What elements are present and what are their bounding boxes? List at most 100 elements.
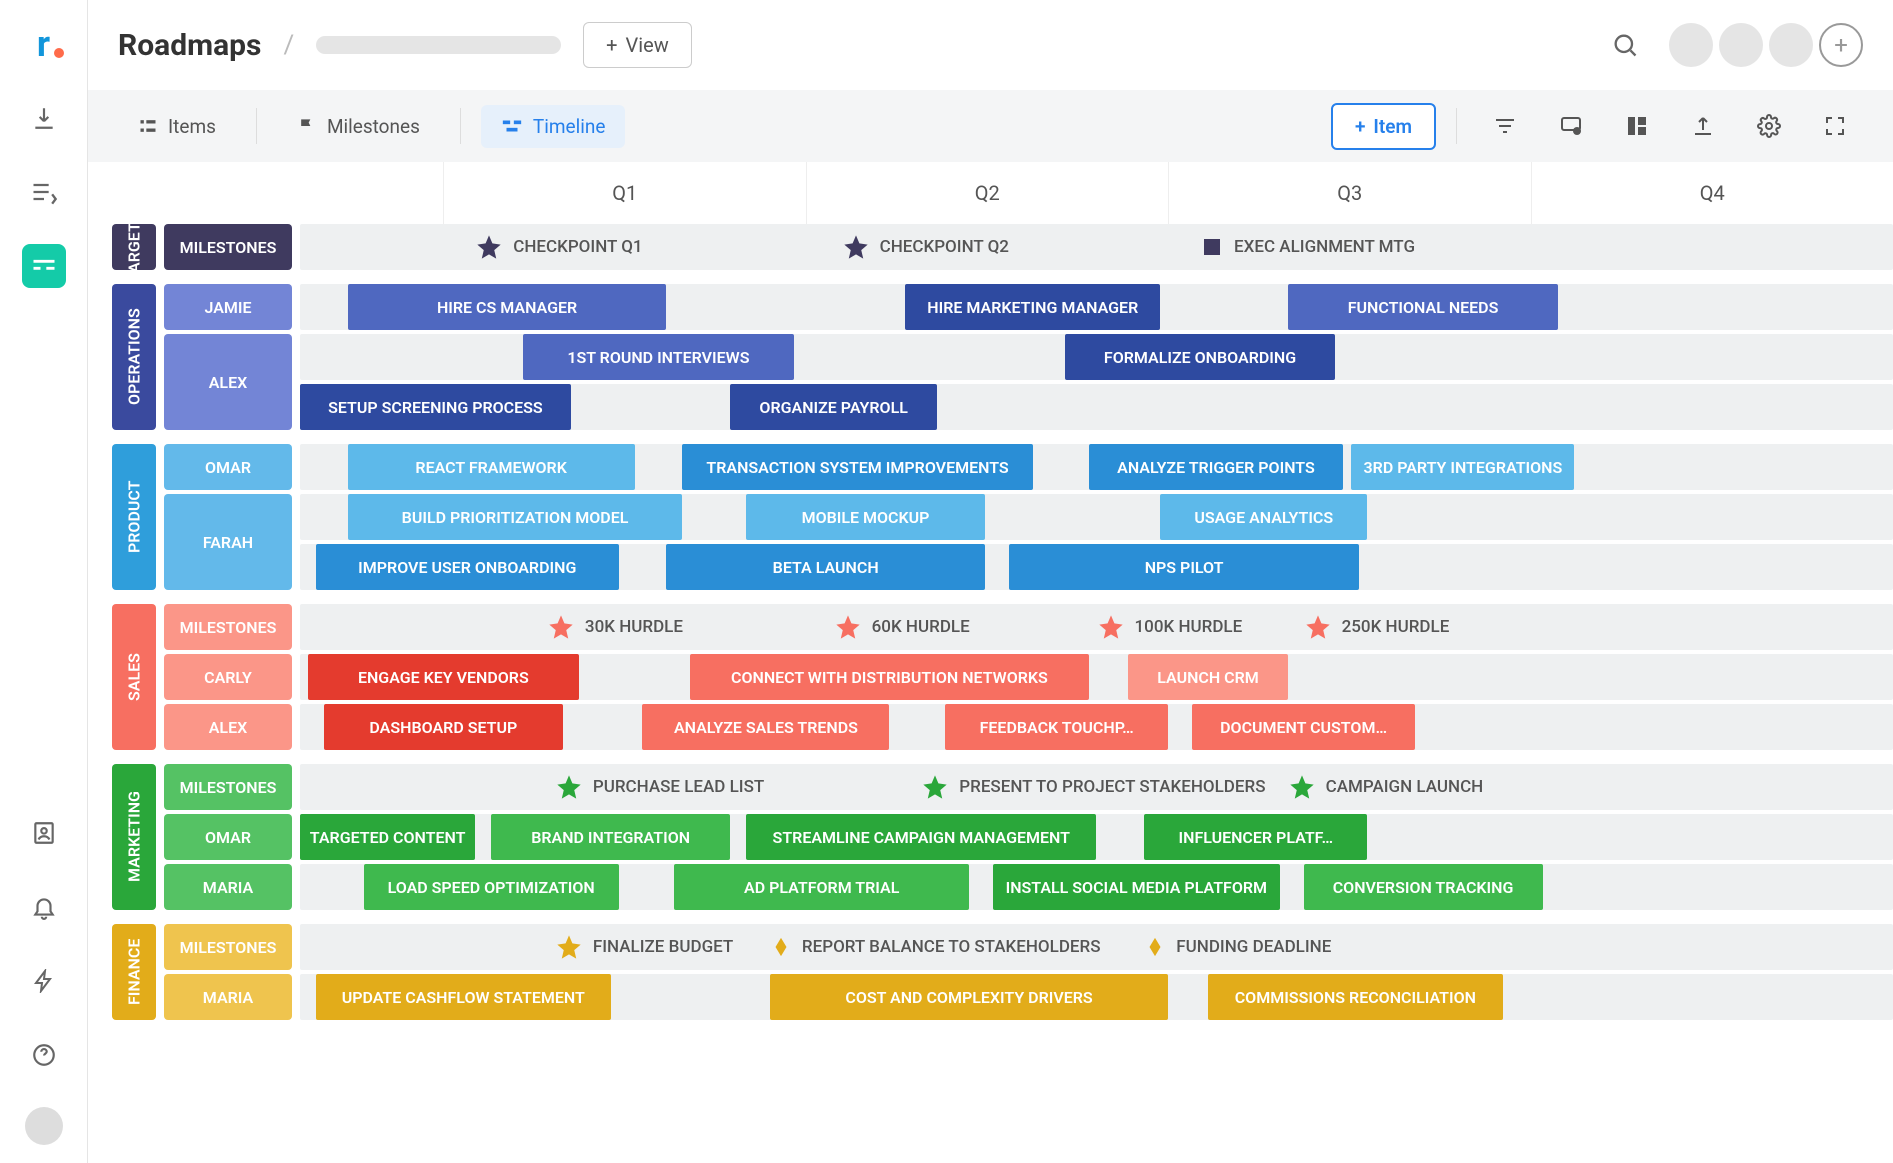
timeline-bar[interactable]: INFLUENCER PLATF… [1144, 814, 1367, 860]
timeline-bar[interactable]: TRANSACTION SYSTEM IMPROVEMENTS [682, 444, 1032, 490]
timeline-bar[interactable]: CONVERSION TRACKING [1304, 864, 1543, 910]
search-icon[interactable] [1603, 23, 1647, 67]
milestone[interactable]: CHECKPOINT Q1 [475, 224, 642, 270]
milestone[interactable]: CAMPAIGN LAUNCH [1288, 764, 1484, 810]
timeline-bar[interactable]: ANALYZE SALES TRENDS [642, 704, 889, 750]
timeline-bar[interactable]: IMPROVE USER ONBOARDING [316, 544, 619, 590]
timeline-bar[interactable]: FUNCTIONAL NEEDS [1288, 284, 1559, 330]
lane-label[interactable]: MARIA [164, 974, 292, 1020]
help-icon[interactable] [22, 1033, 66, 1077]
timeline-bar[interactable]: COST AND COMPLEXITY DRIVERS [770, 974, 1168, 1020]
list-play-icon[interactable] [22, 170, 66, 214]
lane-label[interactable]: OMAR [164, 444, 292, 490]
add-view-button[interactable]: + View [583, 22, 692, 68]
group-label[interactable]: PRODUCT [112, 444, 156, 590]
download-icon[interactable] [22, 96, 66, 140]
timeline-bar[interactable]: AD PLATFORM TRIAL [674, 864, 969, 910]
avatar[interactable] [1769, 23, 1813, 67]
swimlane-group-targets: TARGETSMILESTONES CHECKPOINT Q1 CHECKPOINT… [112, 224, 1893, 274]
timeline-bar[interactable]: UPDATE CASHFLOW STATEMENT [316, 974, 611, 1020]
timeline-nav-icon[interactable] [22, 244, 66, 288]
timeline-bar[interactable]: COMMISSIONS RECONCILIATION [1208, 974, 1503, 1020]
milestone[interactable]: 100K HURDLE [1097, 604, 1243, 650]
lane-label[interactable]: MILESTONES [164, 604, 292, 650]
group-label[interactable]: FINANCE [112, 924, 156, 1020]
filter-icon[interactable] [1477, 114, 1533, 138]
timeline-bar[interactable]: HIRE CS MANAGER [348, 284, 667, 330]
lane-label[interactable]: ALEX [164, 704, 292, 750]
avatar[interactable] [1669, 23, 1713, 67]
gear-icon[interactable] [1741, 114, 1797, 138]
lane-label[interactable]: MILESTONES [164, 924, 292, 970]
timeline-bar[interactable]: 1ST ROUND INTERVIEWS [523, 334, 794, 380]
add-item-label: Item [1373, 115, 1412, 138]
milestone[interactable]: PURCHASE LEAD LIST [555, 764, 764, 810]
export-icon[interactable] [1675, 114, 1731, 138]
page-title: Roadmaps [118, 28, 261, 63]
contacts-icon[interactable] [22, 811, 66, 855]
swimlane-group-fin: FINANCEMILESTONES FINALIZE BUDGET REPORT B… [112, 924, 1893, 1024]
quarter-col: Q2 [806, 162, 1169, 224]
fullscreen-icon[interactable] [1807, 114, 1863, 138]
tab-timeline[interactable]: Timeline [481, 105, 626, 148]
timeline-bar[interactable]: ORGANIZE PAYROLL [730, 384, 937, 430]
lane-label[interactable]: OMAR [164, 814, 292, 860]
timeline-bar[interactable]: INSTALL SOCIAL MEDIA PLATFORM [993, 864, 1280, 910]
lane-label[interactable]: MARIA [164, 864, 292, 910]
timeline-bar[interactable]: REACT FRAMEWORK [348, 444, 635, 490]
milestone[interactable]: PRESENT TO PROJECT STAKEHOLDERS [921, 764, 1265, 810]
group-label[interactable]: MARKETING [112, 764, 156, 910]
tab-items[interactable]: Items [118, 105, 236, 148]
timeline-bar[interactable]: BRAND INTEGRATION [491, 814, 730, 860]
timeline-bar[interactable]: SETUP SCREENING PROCESS [300, 384, 571, 430]
milestone[interactable]: FUNDING DEADLINE [1144, 924, 1331, 970]
timeline-bar[interactable]: FEEDBACK TOUCHP… [945, 704, 1168, 750]
timeline-bar[interactable]: USAGE ANALYTICS [1160, 494, 1367, 540]
timeline-bar[interactable]: BUILD PRIORITIZATION MODEL [348, 494, 683, 540]
lane-label[interactable]: ALEX [164, 334, 292, 430]
group-label[interactable]: OPERATIONS [112, 284, 156, 430]
quarter-col: Q1 [443, 162, 806, 224]
bell-icon[interactable] [22, 885, 66, 929]
timeline-bar[interactable]: STREAMLINE CAMPAIGN MANAGEMENT [746, 814, 1096, 860]
lane-label[interactable]: CARLY [164, 654, 292, 700]
invite-button[interactable]: + [1819, 23, 1863, 67]
milestone[interactable]: EXEC ALIGNMENT MTG [1200, 224, 1415, 270]
tab-items-label: Items [168, 115, 216, 138]
lane-label[interactable]: MILESTONES [164, 224, 292, 270]
timeline-bar[interactable]: 3RD PARTY INTEGRATIONS [1351, 444, 1574, 490]
timeline-bar[interactable]: LOAD SPEED OPTIMIZATION [364, 864, 619, 910]
timeline-bar[interactable]: DASHBOARD SETUP [324, 704, 563, 750]
milestone[interactable]: 30K HURDLE [547, 604, 683, 650]
swimlane-group-mkt: MARKETINGMILESTONES PURCHASE LEAD LIST PRE… [112, 764, 1893, 914]
milestone[interactable]: 60K HURDLE [834, 604, 970, 650]
timeline-bar[interactable]: TARGETED CONTENT [300, 814, 475, 860]
user-avatar[interactable] [25, 1107, 63, 1145]
timeline-bar[interactable]: ENGAGE KEY VENDORS [308, 654, 579, 700]
milestone[interactable]: CHECKPOINT Q2 [842, 224, 1009, 270]
timeline-bar[interactable]: MOBILE MOCKUP [746, 494, 985, 540]
timeline-bar[interactable]: DOCUMENT CUSTOM… [1192, 704, 1415, 750]
milestone[interactable]: 250K HURDLE [1304, 604, 1450, 650]
lane-label[interactable]: MILESTONES [164, 764, 292, 810]
link-icon[interactable] [1543, 114, 1599, 138]
add-item-button[interactable]: + Item [1331, 103, 1436, 150]
lane-label[interactable]: FARAH [164, 494, 292, 590]
avatar[interactable] [1719, 23, 1763, 67]
milestone[interactable]: FINALIZE BUDGET [555, 924, 733, 970]
tab-milestones[interactable]: Milestones [277, 105, 440, 148]
timeline-bar[interactable]: HIRE MARKETING MANAGER [905, 284, 1160, 330]
timeline-bar[interactable]: LAUNCH CRM [1128, 654, 1287, 700]
timeline-bar[interactable]: CONNECT WITH DISTRIBUTION NETWORKS [690, 654, 1088, 700]
bolt-icon[interactable] [22, 959, 66, 1003]
lane-label[interactable]: JAMIE [164, 284, 292, 330]
milestone[interactable]: REPORT BALANCE TO STAKEHOLDERS [770, 924, 1101, 970]
timeline-bar[interactable]: FORMALIZE ONBOARDING [1065, 334, 1336, 380]
timeline-bar[interactable]: NPS PILOT [1009, 544, 1359, 590]
timeline-bar[interactable]: BETA LAUNCH [666, 544, 985, 590]
layout-icon[interactable] [1609, 114, 1665, 138]
group-label[interactable]: TARGETS [112, 224, 156, 270]
timeline-bar[interactable]: ANALYZE TRIGGER POINTS [1089, 444, 1344, 490]
timeline-area: Q1 Q2 Q3 Q4 TARGETSMILESTONESCHECKPOINT … [88, 162, 1893, 1163]
group-label[interactable]: SALES [112, 604, 156, 750]
